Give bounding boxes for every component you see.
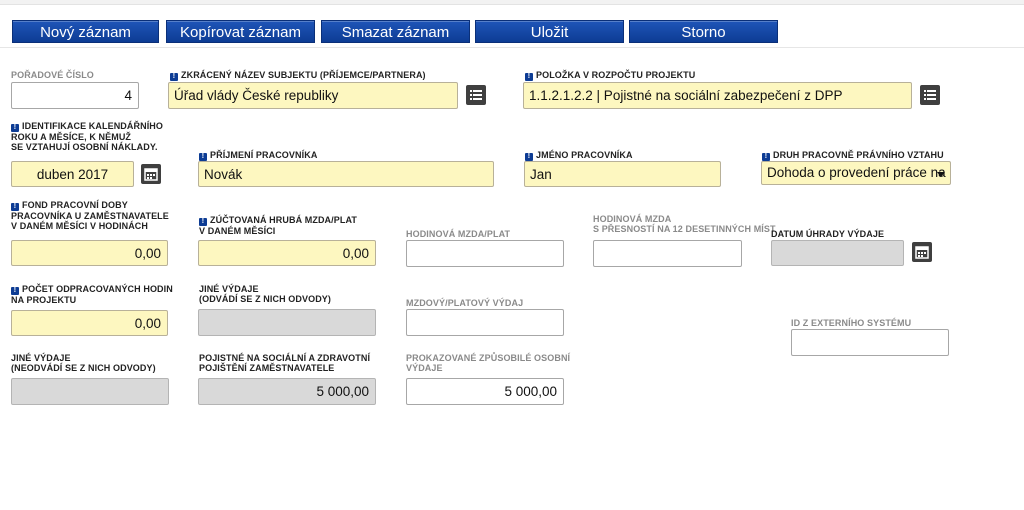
order-number-label: POŘADOVÉ ČÍSLO	[11, 70, 94, 80]
hours-worked-field[interactable]: 0,00	[11, 310, 168, 336]
insurance-label: POJISTNÉ NA SOCIÁLNÍ A ZDRAVOTNÍ POJIŠTĚ…	[199, 353, 371, 373]
toolbar-divider	[0, 47, 1024, 48]
list-icon[interactable]	[920, 85, 940, 105]
hourly-wage-field[interactable]	[406, 240, 564, 267]
payment-date-label: DATUM ÚHRADY VÝDAJE	[771, 229, 885, 239]
required-icon: !	[170, 73, 178, 81]
new-record-button[interactable]: Nový záznam	[12, 20, 159, 43]
required-icon: !	[762, 153, 770, 161]
other-expenses-taxed-field	[198, 309, 376, 336]
cancel-button[interactable]: Storno	[629, 20, 778, 43]
wage-expense-label: MZDOVÝ/PLATOVÝ VÝDAJ	[406, 298, 524, 308]
employment-type-value: Dohoda o provedení práce na	[767, 165, 946, 180]
hours-worked-label: ! POČET ODPRACOVANÝCH HODIN NA PROJEKTU	[11, 284, 173, 305]
required-icon: !	[11, 287, 19, 295]
required-icon: !	[525, 73, 533, 81]
work-fund-field[interactable]: 0,00	[11, 240, 168, 266]
required-icon: !	[11, 124, 19, 132]
period-label: ! IDENTIFIKACE KALENDÁŘNÍHO ROKU A MĚSÍCE…	[11, 121, 163, 152]
required-icon: !	[199, 218, 207, 226]
first-name-field[interactable]: Jan	[524, 161, 721, 187]
other-expenses-untaxed-label: JINÉ VÝDAJE (NEODVÁDÍ SE Z NICH ODVODY)	[11, 353, 156, 373]
budget-item-label: ! POLOŽKA V ROZPOČTU PROJEKTU	[525, 70, 695, 81]
subject-name-field[interactable]: Úřad vlády České republiky	[168, 82, 458, 109]
required-icon: !	[11, 203, 19, 211]
list-icon[interactable]	[466, 85, 486, 105]
employment-type-label: ! DRUH PRACOVNĚ PRÁVNÍHO VZTAHU	[762, 150, 944, 161]
payment-date-field	[771, 240, 904, 266]
required-icon: !	[525, 153, 533, 161]
budget-item-field[interactable]: 1.1.2.1.2.2 | Pojistné na sociální zabez…	[523, 82, 912, 109]
wage-expense-field[interactable]	[406, 309, 564, 336]
hourly-wage-precise-label: HODINOVÁ MZDA S PŘESNOSTÍ NA 12 DESETINN…	[593, 214, 776, 234]
hourly-wage-precise-field[interactable]	[593, 240, 742, 267]
external-id-field[interactable]	[791, 329, 949, 356]
gross-wage-field[interactable]: 0,00	[198, 240, 376, 266]
chevron-down-icon	[937, 172, 945, 177]
external-id-label: ID Z EXTERNÍHO SYSTÉMU	[791, 318, 912, 328]
insurance-field: 5 000,00	[198, 378, 376, 405]
hourly-wage-label: HODINOVÁ MZDA/PLAT	[406, 229, 511, 239]
calendar-icon[interactable]	[912, 242, 932, 262]
period-field[interactable]: duben 2017	[11, 161, 134, 187]
required-icon: !	[199, 153, 207, 161]
work-fund-label: ! FOND PRACOVNÍ DOBY PRACOVNÍKA U ZAMĚSTN…	[11, 200, 169, 231]
subject-name-label: ! ZKRÁCENÝ NÁZEV SUBJEKTU (PŘÍJEMCE/PARTN…	[170, 70, 426, 81]
surname-label: ! PŘÍJMENÍ PRACOVNÍKA	[199, 150, 317, 161]
top-border	[0, 0, 1024, 5]
first-name-label: ! JMÉNO PRACOVNÍKA	[525, 150, 633, 161]
other-expenses-taxed-label: JINÉ VÝDAJE (ODVÁDÍ SE Z NICH ODVODY)	[199, 284, 332, 304]
surname-field[interactable]: Novák	[198, 161, 494, 187]
save-button[interactable]: Uložit	[475, 20, 624, 43]
copy-record-button[interactable]: Kopírovat záznam	[166, 20, 315, 43]
delete-record-button[interactable]: Smazat záznam	[321, 20, 470, 43]
eligible-expenses-field[interactable]: 5 000,00	[406, 378, 564, 405]
eligible-expenses-label: PROKAZOVANÉ ZPŮSOBILÉ OSOBNÍ VÝDAJE	[406, 353, 571, 373]
calendar-icon[interactable]	[141, 164, 161, 184]
order-number-field[interactable]: 4	[11, 82, 139, 109]
employment-type-select[interactable]: Dohoda o provedení práce na	[761, 161, 951, 185]
gross-wage-label: ! ZÚČTOVANÁ HRUBÁ MZDA/PLAT V DANÉM MĚSÍC…	[199, 215, 357, 236]
other-expenses-untaxed-field	[11, 378, 169, 405]
